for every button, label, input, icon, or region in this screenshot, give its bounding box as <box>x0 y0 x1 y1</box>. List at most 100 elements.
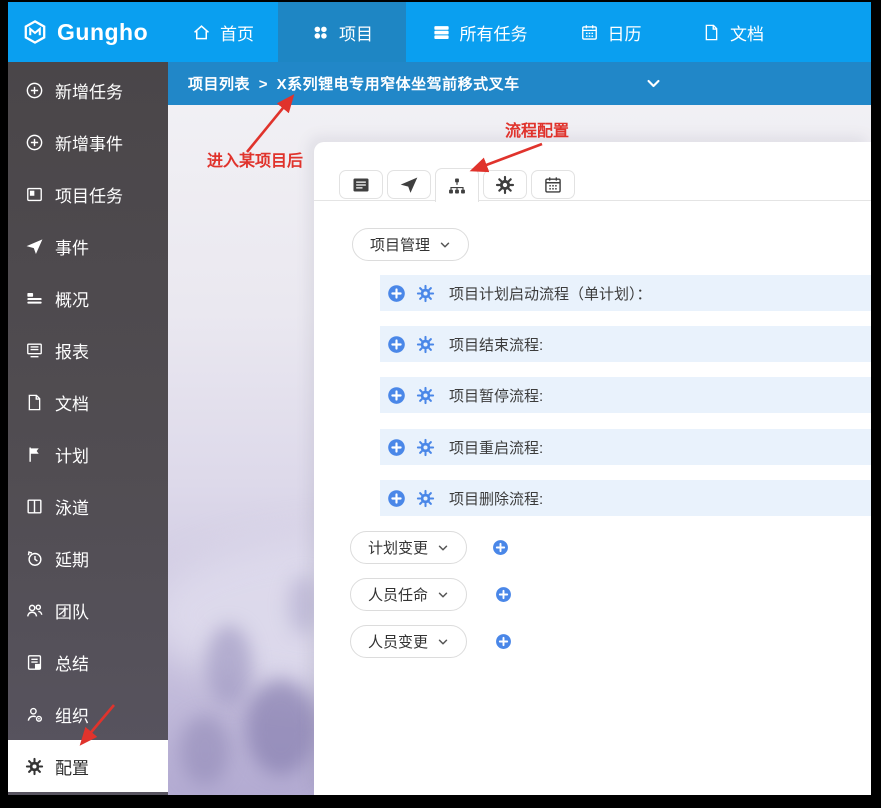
app-logo[interactable]: Gungho <box>8 2 168 62</box>
annotation-enter-project: 进入某项目后 <box>207 147 303 171</box>
flow-settings-icon[interactable] <box>416 438 435 457</box>
nav-item-projects[interactable]: 项目 <box>278 2 406 62</box>
breadcrumb-project-list-link[interactable]: 项目列表 <box>188 76 250 93</box>
app-window: Gungho 首页 项目 所有任务 日历 文档 项目列表 > X系列锂电专用窄体… <box>8 2 871 795</box>
sidebar-item-reports[interactable]: 报表 <box>8 324 168 376</box>
paper-plane-icon <box>399 175 419 195</box>
summary-icon <box>25 653 44 672</box>
document-icon <box>702 23 721 42</box>
add-personnel-appointment-icon[interactable] <box>495 586 512 603</box>
sidebar-item-documents[interactable]: 文档 <box>8 376 168 428</box>
sidebar-item-plan[interactable]: 计划 <box>8 428 168 480</box>
chevron-down-icon <box>439 239 451 251</box>
paper-plane-icon <box>25 237 44 256</box>
sidebar-item-delay[interactable]: 延期 <box>8 532 168 584</box>
nav-item-home[interactable]: 首页 <box>168 2 278 62</box>
breadcrumb: 项目列表 > X系列锂电专用窄体坐驾前移式叉车 <box>168 73 524 94</box>
personnel-appointment-dropdown[interactable]: 人员任命 <box>350 578 467 611</box>
app-logo-text: Gungho <box>57 19 148 46</box>
swimlane-icon <box>25 497 44 516</box>
org-icon <box>25 705 44 724</box>
sidebar-item-organization[interactable]: 组织 <box>8 688 168 740</box>
sidebar-item-label: 新增任务 <box>55 78 123 103</box>
kanban-icon <box>25 185 44 204</box>
chevron-down-icon <box>437 542 449 554</box>
sidebar-item-label: 团队 <box>55 598 89 623</box>
sidebar-item-label: 总结 <box>55 650 89 675</box>
add-flow-icon[interactable] <box>387 284 406 303</box>
sidebar-item-label: 泳道 <box>55 494 89 519</box>
form-card-icon <box>351 175 371 195</box>
sidebar-item-label: 计划 <box>55 442 89 467</box>
task-list-icon <box>432 23 451 42</box>
tab-calendar[interactable] <box>531 170 575 199</box>
tab-settings[interactable] <box>483 170 527 199</box>
report-icon <box>25 341 44 360</box>
tab-flow-config[interactable] <box>435 168 479 202</box>
sidebar-item-project-tasks[interactable]: 项目任务 <box>8 168 168 220</box>
gungho-logo-icon <box>22 19 48 45</box>
circle-plus-icon <box>25 81 44 100</box>
nav-item-all-tasks[interactable]: 所有任务 <box>406 2 553 62</box>
flow-settings-icon[interactable] <box>416 284 435 303</box>
gear-icon <box>495 175 515 195</box>
flow-row-label: 项目删除流程: <box>449 488 543 509</box>
add-flow-icon[interactable] <box>387 438 406 457</box>
sidebar-item-overview[interactable]: 概况 <box>8 272 168 324</box>
add-personnel-change-icon[interactable] <box>495 633 512 650</box>
sitemap-icon <box>447 176 467 196</box>
calendar-icon <box>580 23 599 42</box>
sidebar-item-team[interactable]: 团队 <box>8 584 168 636</box>
annotation-flow-config: 流程配置 <box>505 117 569 141</box>
plan-flag-icon <box>25 445 44 464</box>
add-flow-icon[interactable] <box>387 335 406 354</box>
dropdown-label: 人员变更 <box>368 631 428 652</box>
sidebar-item-label: 配置 <box>55 754 89 779</box>
flow-row-project-pause: 项目暂停流程: <box>380 377 871 413</box>
plan-change-dropdown[interactable]: 计划变更 <box>350 531 467 564</box>
calendar-icon <box>543 175 563 195</box>
sidebar-item-label: 概况 <box>55 286 89 311</box>
flow-settings-icon[interactable] <box>416 335 435 354</box>
flow-settings-icon[interactable] <box>416 386 435 405</box>
breadcrumb-bar: 项目列表 > X系列锂电专用窄体坐驾前移式叉车 <box>168 62 871 105</box>
background-tree <box>206 625 252 705</box>
overview-icon <box>25 289 44 308</box>
flow-row-project-delete: 项目删除流程: <box>380 480 871 516</box>
add-flow-icon[interactable] <box>387 386 406 405</box>
content-panel: 项目管理 项目计划启动流程（单计划）： 项目结束流程: 项目暂停流程: 项目重启… <box>314 142 871 795</box>
flow-settings-icon[interactable] <box>416 489 435 508</box>
sidebar-item-summary[interactable]: 总结 <box>8 636 168 688</box>
chevron-down-icon[interactable] <box>645 75 662 92</box>
sidebar: 新增任务 新增事件 项目任务 事件 概况 报表 文档 计划 泳道 延期 团队 总… <box>8 62 168 795</box>
sidebar-item-new-event[interactable]: 新增事件 <box>8 116 168 168</box>
breadcrumb-current-project: X系列锂电专用窄体坐驾前移式叉车 <box>277 76 520 93</box>
tab-form[interactable] <box>339 170 383 199</box>
flow-row-label: 项目重启流程: <box>449 437 543 458</box>
breadcrumb-separator: > <box>259 76 268 93</box>
personnel-change-dropdown[interactable]: 人员变更 <box>350 625 467 658</box>
nav-label: 所有任务 <box>460 20 528 45</box>
gear-icon <box>25 757 44 776</box>
background-tree <box>180 715 230 785</box>
background-tree <box>246 680 316 775</box>
sidebar-item-settings[interactable]: 配置 <box>8 740 168 792</box>
nav-item-documents[interactable]: 文档 <box>668 2 798 62</box>
sidebar-item-events[interactable]: 事件 <box>8 220 168 272</box>
flow-row-label: 项目结束流程: <box>449 334 543 355</box>
nav-item-calendar[interactable]: 日历 <box>553 2 668 62</box>
grid-icon <box>311 23 330 42</box>
sidebar-item-swimlane[interactable]: 泳道 <box>8 480 168 532</box>
add-flow-icon[interactable] <box>387 489 406 508</box>
sidebar-item-label: 组织 <box>55 702 89 727</box>
add-plan-change-icon[interactable] <box>492 539 509 556</box>
dropdown-label: 人员任命 <box>368 584 428 605</box>
project-management-dropdown[interactable]: 项目管理 <box>352 228 469 261</box>
sidebar-item-label: 报表 <box>55 338 89 363</box>
flow-row-label: 项目暂停流程: <box>449 385 543 406</box>
sidebar-item-label: 项目任务 <box>55 182 123 207</box>
tab-events[interactable] <box>387 170 431 199</box>
chevron-down-icon <box>437 636 449 648</box>
flow-row-project-restart: 项目重启流程: <box>380 429 871 465</box>
sidebar-item-new-task[interactable]: 新增任务 <box>8 64 168 116</box>
